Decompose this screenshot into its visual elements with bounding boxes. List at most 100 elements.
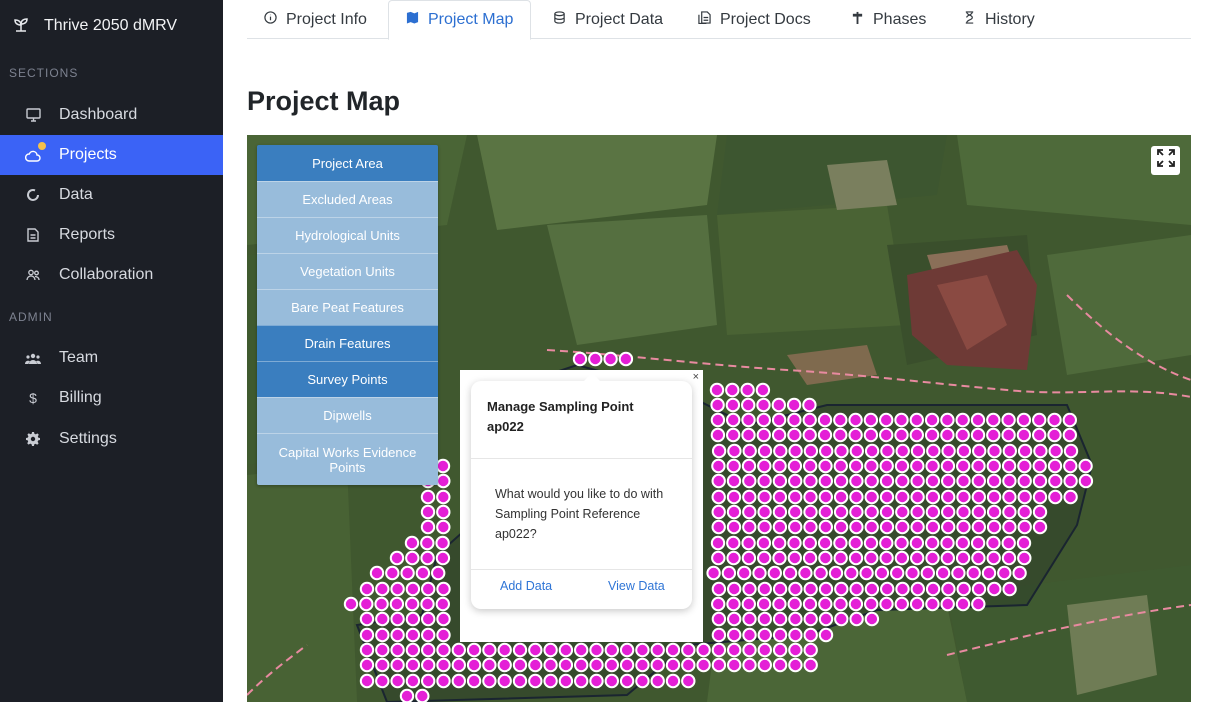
survey-point-marker[interactable] bbox=[910, 550, 925, 566]
survey-point-marker[interactable] bbox=[466, 673, 482, 689]
survey-point-marker[interactable] bbox=[711, 489, 726, 505]
survey-point-marker[interactable] bbox=[818, 611, 834, 627]
survey-point-marker[interactable] bbox=[879, 596, 894, 612]
survey-point-marker[interactable] bbox=[941, 489, 956, 505]
survey-point-marker[interactable] bbox=[436, 581, 451, 597]
survey-point-marker[interactable] bbox=[782, 565, 798, 581]
survey-point-marker[interactable] bbox=[756, 397, 771, 413]
survey-point-marker[interactable] bbox=[574, 657, 589, 673]
fullscreen-button[interactable] bbox=[1151, 146, 1180, 175]
survey-point-marker[interactable] bbox=[986, 489, 1002, 505]
survey-point-marker[interactable] bbox=[482, 642, 497, 658]
survey-point-marker[interactable] bbox=[1063, 443, 1079, 459]
survey-point-marker[interactable] bbox=[863, 427, 879, 443]
survey-point-marker[interactable] bbox=[966, 565, 981, 581]
sidebar-item-billing[interactable]: $ Billing bbox=[0, 378, 223, 418]
survey-point-marker[interactable] bbox=[436, 489, 451, 505]
survey-point-marker[interactable] bbox=[696, 657, 711, 673]
survey-point-marker[interactable] bbox=[894, 535, 909, 551]
survey-point-marker[interactable] bbox=[828, 565, 844, 581]
survey-point-marker[interactable] bbox=[910, 473, 925, 489]
survey-point-marker[interactable] bbox=[817, 535, 833, 551]
survey-point-marker[interactable] bbox=[771, 427, 787, 443]
survey-point-marker[interactable] bbox=[956, 519, 971, 535]
survey-point-marker[interactable] bbox=[755, 382, 771, 398]
survey-point-marker[interactable] bbox=[772, 627, 788, 643]
survey-point-marker[interactable] bbox=[405, 550, 420, 566]
survey-point-marker[interactable] bbox=[955, 596, 971, 612]
survey-point-marker[interactable] bbox=[727, 581, 742, 597]
survey-point-marker[interactable] bbox=[451, 673, 467, 689]
survey-point-marker[interactable] bbox=[818, 519, 833, 535]
survey-point-marker[interactable] bbox=[941, 519, 956, 535]
survey-point-marker[interactable] bbox=[834, 581, 849, 597]
layer-capital-works-evidence-points[interactable]: Capital Works Evidence Points bbox=[257, 433, 438, 485]
survey-point-marker[interactable] bbox=[833, 519, 849, 535]
survey-point-marker[interactable] bbox=[1001, 412, 1016, 428]
survey-point-marker[interactable] bbox=[920, 565, 935, 581]
survey-point-marker[interactable] bbox=[833, 458, 848, 474]
survey-point-marker[interactable] bbox=[787, 596, 802, 612]
survey-point-marker[interactable] bbox=[864, 581, 880, 597]
survey-point-marker[interactable] bbox=[1002, 489, 1017, 505]
survey-point-marker[interactable] bbox=[834, 443, 849, 459]
survey-point-marker[interactable] bbox=[574, 673, 589, 689]
survey-point-marker[interactable] bbox=[925, 596, 940, 612]
survey-point-marker[interactable] bbox=[756, 535, 772, 551]
survey-point-marker[interactable] bbox=[635, 642, 650, 658]
survey-point-marker[interactable] bbox=[421, 673, 436, 689]
survey-point-marker[interactable] bbox=[390, 627, 405, 643]
survey-point-marker[interactable] bbox=[742, 611, 757, 627]
survey-point-marker[interactable] bbox=[1062, 412, 1077, 428]
survey-point-marker[interactable] bbox=[879, 489, 895, 505]
survey-point-marker[interactable] bbox=[1001, 535, 1016, 551]
survey-point-marker[interactable] bbox=[588, 351, 603, 367]
survey-point-marker[interactable] bbox=[848, 550, 864, 566]
survey-point-marker[interactable] bbox=[665, 642, 681, 658]
survey-point-marker[interactable] bbox=[941, 581, 956, 597]
survey-point-marker[interactable] bbox=[1048, 489, 1063, 505]
sidebar-item-projects[interactable]: Projects bbox=[0, 135, 223, 175]
survey-point-marker[interactable] bbox=[986, 412, 1001, 428]
survey-point-marker[interactable] bbox=[879, 473, 895, 489]
survey-point-marker[interactable] bbox=[343, 596, 359, 612]
survey-point-marker[interactable] bbox=[375, 627, 390, 643]
survey-point-marker[interactable] bbox=[910, 458, 925, 474]
survey-point-marker[interactable] bbox=[756, 596, 772, 612]
survey-point-marker[interactable] bbox=[726, 535, 741, 551]
survey-point-marker[interactable] bbox=[772, 642, 788, 658]
survey-point-marker[interactable] bbox=[359, 581, 375, 597]
survey-point-marker[interactable] bbox=[894, 427, 909, 443]
survey-point-marker[interactable] bbox=[924, 427, 940, 443]
survey-point-marker[interactable] bbox=[711, 642, 727, 658]
survey-point-marker[interactable] bbox=[741, 550, 757, 566]
survey-point-marker[interactable] bbox=[986, 519, 1002, 535]
survey-point-marker[interactable] bbox=[818, 596, 833, 612]
survey-point-marker[interactable] bbox=[802, 596, 818, 612]
survey-point-marker[interactable] bbox=[970, 427, 986, 443]
survey-point-marker[interactable] bbox=[1063, 489, 1078, 505]
survey-point-marker[interactable] bbox=[421, 642, 436, 658]
survey-point-marker[interactable] bbox=[1063, 473, 1078, 489]
survey-point-marker[interactable] bbox=[864, 489, 879, 505]
survey-point-marker[interactable] bbox=[741, 458, 757, 474]
survey-point-marker[interactable] bbox=[970, 412, 986, 428]
survey-point-marker[interactable] bbox=[741, 427, 756, 443]
survey-point-marker[interactable] bbox=[956, 581, 971, 597]
survey-point-marker[interactable] bbox=[742, 443, 757, 459]
survey-point-marker[interactable] bbox=[970, 535, 986, 551]
survey-point-marker[interactable] bbox=[711, 519, 726, 535]
survey-point-marker[interactable] bbox=[986, 458, 1001, 474]
survey-point-marker[interactable] bbox=[772, 535, 787, 551]
survey-point-marker[interactable] bbox=[772, 550, 787, 566]
survey-point-marker[interactable] bbox=[741, 535, 756, 551]
survey-point-marker[interactable] bbox=[710, 397, 725, 413]
survey-point-marker[interactable] bbox=[1047, 458, 1063, 474]
survey-point-marker[interactable] bbox=[819, 443, 834, 459]
survey-point-marker[interactable] bbox=[788, 627, 803, 643]
survey-point-marker[interactable] bbox=[941, 443, 956, 459]
survey-point-marker[interactable] bbox=[848, 458, 864, 474]
survey-point-marker[interactable] bbox=[925, 519, 941, 535]
survey-point-marker[interactable] bbox=[482, 657, 497, 673]
survey-point-marker[interactable] bbox=[436, 473, 451, 489]
